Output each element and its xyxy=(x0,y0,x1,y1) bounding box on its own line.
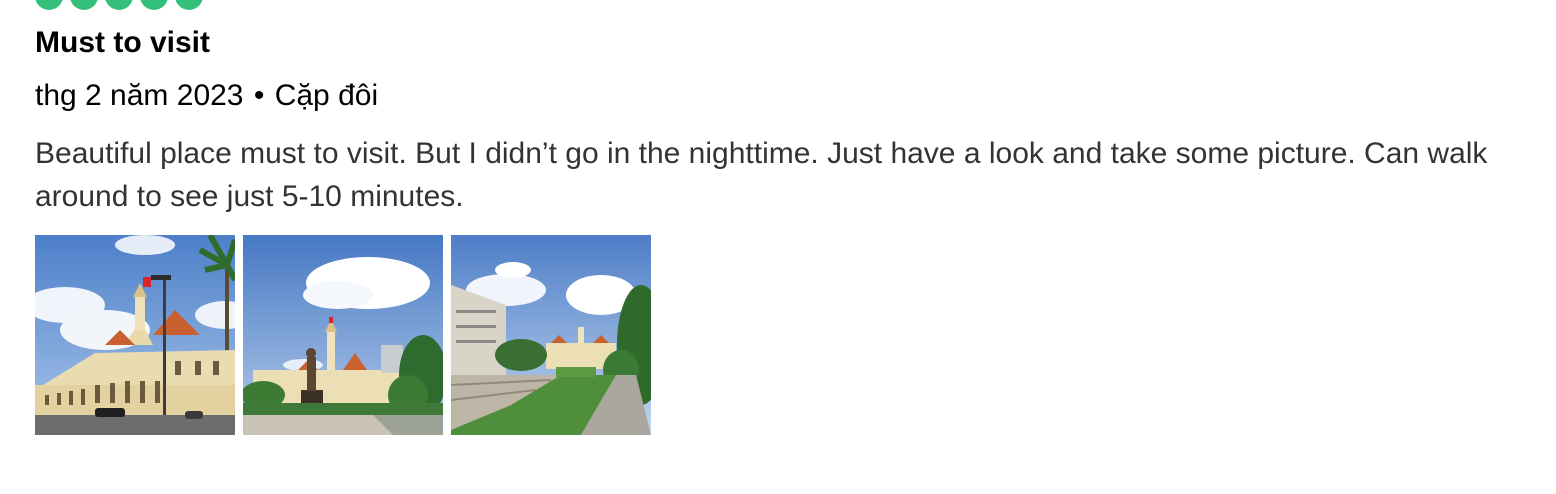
rating-bubble-icon xyxy=(105,0,133,10)
rating-bubble-icon xyxy=(35,0,63,10)
review-text: Beautiful place must to visit. But I did… xyxy=(35,137,1488,213)
statue-image xyxy=(243,235,443,435)
rating-bubble-icon xyxy=(70,0,98,10)
garden-image xyxy=(451,235,651,435)
rating-bubbles xyxy=(35,0,203,10)
city-hall-image xyxy=(35,235,235,435)
review-title[interactable]: Must to visit xyxy=(35,25,210,61)
review-meta: thg 2 năm 2023 • Cặp đôi xyxy=(35,78,378,114)
meta-separator: • xyxy=(253,79,265,112)
review-photo-garden[interactable] xyxy=(451,235,651,435)
review-date: thg 2 năm 2023 xyxy=(35,79,244,112)
trip-type: Cặp đôi xyxy=(274,79,379,112)
review-photos xyxy=(35,235,651,435)
review-photo-city-hall[interactable] xyxy=(35,235,235,435)
review-photo-statue[interactable] xyxy=(243,235,443,435)
rating-bubble-icon xyxy=(140,0,168,10)
rating-bubble-icon xyxy=(175,0,203,10)
